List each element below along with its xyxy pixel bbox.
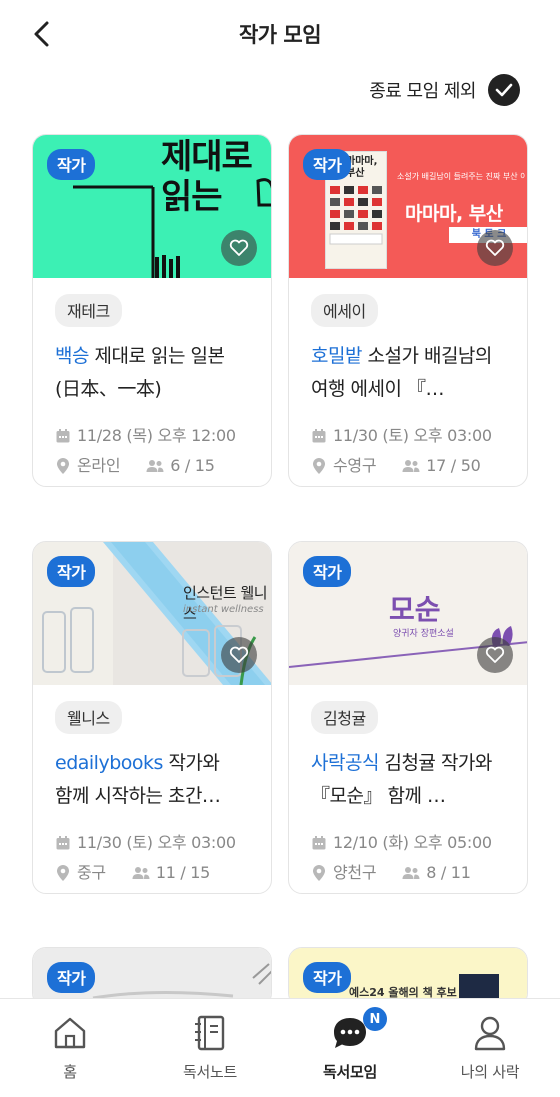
members-count: 17 / 50 (426, 456, 481, 475)
location-pin-icon (313, 865, 325, 881)
tab-label: 홈 (63, 1063, 77, 1081)
tab-my-sarak[interactable]: 나의 사락 (420, 999, 560, 1097)
cover-title-text: 마마마, 부산 (405, 203, 503, 225)
date-text: 11/28 (목) 오후 12:00 (77, 426, 236, 445)
meeting-title: 사락공식 김청귤 작가와 『모순』 함께 … (311, 747, 507, 813)
date-text: 12/10 (화) 오후 05:00 (333, 833, 492, 852)
calendar-icon (312, 429, 326, 443)
notebook-icon (195, 1015, 225, 1051)
writer-badge: 작가 (303, 556, 352, 587)
members-count: 8 / 11 (426, 863, 471, 882)
people-icon (402, 867, 420, 879)
person-icon (474, 1016, 506, 1051)
writer-badge: 작가 (303, 962, 352, 993)
home-icon (54, 1017, 86, 1049)
meeting-title: 백승 제대로 읽는 일본(日本、一本) (55, 340, 251, 406)
tab-reading-notes[interactable]: 독서노트 (140, 999, 280, 1097)
meeting-card[interactable]: 마마마, 부산 소설가 배길남이 들려주는 진짜 부산 이야기 마마마, 부산 … (288, 134, 528, 487)
tab-reading-meetings[interactable]: N 독서모임 (280, 999, 420, 1097)
writer-badge: 작가 (47, 962, 96, 993)
category-tag: 에세이 (311, 294, 378, 327)
meeting-title: edailybooks 작가와 함께 시작하는 초간… (55, 747, 251, 813)
people-icon (146, 460, 164, 472)
heart-icon[interactable] (221, 230, 257, 266)
card-cover: 제대로 읽는 작가 (33, 135, 271, 278)
meeting-card[interactable]: 인스턴트 웰니스 instant wellness 작가 웰니스 edailyb… (32, 541, 272, 894)
host-name: 호밀밭 (311, 345, 362, 367)
heart-icon[interactable] (477, 637, 513, 673)
bottom-tab-bar: 홈 독서노트 N 독서모임 나의 사락 (0, 998, 560, 1097)
location-pin-icon (57, 865, 69, 881)
calendar-icon (56, 429, 70, 443)
calendar-icon (312, 836, 326, 850)
meeting-card[interactable]: 제대로 읽는 작가 재테크 백승 제대로 읽는 일본(日本、一本) 11/28 … (32, 134, 272, 487)
cover-subtitle: 소설가 배길남이 들려주는 진짜 부산 이야기 (397, 172, 525, 181)
filter-label: 종료 모임 제외 (369, 81, 476, 102)
cover-subtitle: instant wellness (183, 604, 264, 615)
category-tag: 김청귤 (311, 701, 378, 734)
header: 작가 모임 (0, 0, 560, 68)
location-text: 온라인 (77, 456, 121, 475)
writer-badge: 작가 (47, 556, 96, 587)
meeting-date: 12/10 (화) 오후 05:00 (311, 828, 507, 858)
cover-title-text: 모순 (389, 593, 441, 626)
check-icon[interactable] (488, 74, 520, 106)
cover-subtitle: 양귀자 장편소설 (393, 629, 454, 639)
category-tag: 웰니스 (55, 701, 122, 734)
meeting-card[interactable]: 모순 양귀자 장편소설 작가 김청귤 사락공식 김청귤 작가와 『모순』 함께 … (288, 541, 528, 894)
host-name: 백승 (55, 345, 89, 367)
writer-badge: 작가 (47, 149, 96, 180)
location-text: 수영구 (333, 456, 377, 475)
people-icon (402, 460, 420, 472)
people-icon (132, 867, 150, 879)
card-cover: 모순 양귀자 장편소설 작가 (289, 542, 527, 685)
calendar-icon (56, 836, 70, 850)
members-count: 11 / 15 (155, 863, 211, 882)
tab-label: 독서노트 (182, 1063, 237, 1081)
host-name: edailybooks (55, 752, 163, 774)
location-pin-icon (57, 458, 69, 474)
heart-icon[interactable] (477, 230, 513, 266)
card-cover: 마마마, 부산 소설가 배길남이 들려주는 진짜 부산 이야기 마마마, 부산 … (289, 135, 527, 278)
meeting-info: 수영구 17 / 50 (311, 451, 507, 481)
meeting-info: 중구 11 / 15 (55, 858, 251, 888)
meeting-info: 양천구 8 / 11 (311, 858, 507, 888)
members-count: 6 / 15 (170, 456, 215, 475)
tab-home[interactable]: 홈 (0, 999, 140, 1097)
page-title: 작가 모임 (238, 23, 322, 47)
meeting-date: 11/28 (목) 오후 12:00 (55, 421, 251, 451)
location-pin-icon (313, 458, 325, 474)
tab-label: 나의 사락 (460, 1063, 520, 1081)
meeting-info: 온라인 6 / 15 (55, 451, 251, 481)
meeting-title: 호밀밭 소설가 배길남의 여행 에세이 『… (311, 340, 507, 406)
cover-title-text: 인스턴트 웰니스 (183, 584, 268, 623)
writer-badge: 작가 (303, 149, 352, 180)
meeting-date: 11/30 (토) 오후 03:00 (311, 421, 507, 451)
exclude-ended-filter[interactable]: 종료 모임 제외 (369, 74, 520, 106)
meeting-date: 11/30 (토) 오후 03:00 (55, 828, 251, 858)
new-badge: N (363, 1007, 387, 1031)
host-name: 사락공식 (311, 752, 379, 774)
date-text: 11/30 (토) 오후 03:00 (333, 426, 492, 445)
location-text: 양천구 (333, 863, 377, 882)
date-text: 11/30 (토) 오후 03:00 (77, 833, 236, 852)
location-text: 중구 (77, 863, 106, 882)
heart-icon[interactable] (221, 637, 257, 673)
card-cover: 인스턴트 웰니스 instant wellness 작가 (33, 542, 271, 685)
tab-label: 독서모임 (322, 1063, 377, 1081)
category-tag: 재테크 (55, 294, 122, 327)
cover-title-text: 제대로 읽는 (161, 137, 253, 217)
